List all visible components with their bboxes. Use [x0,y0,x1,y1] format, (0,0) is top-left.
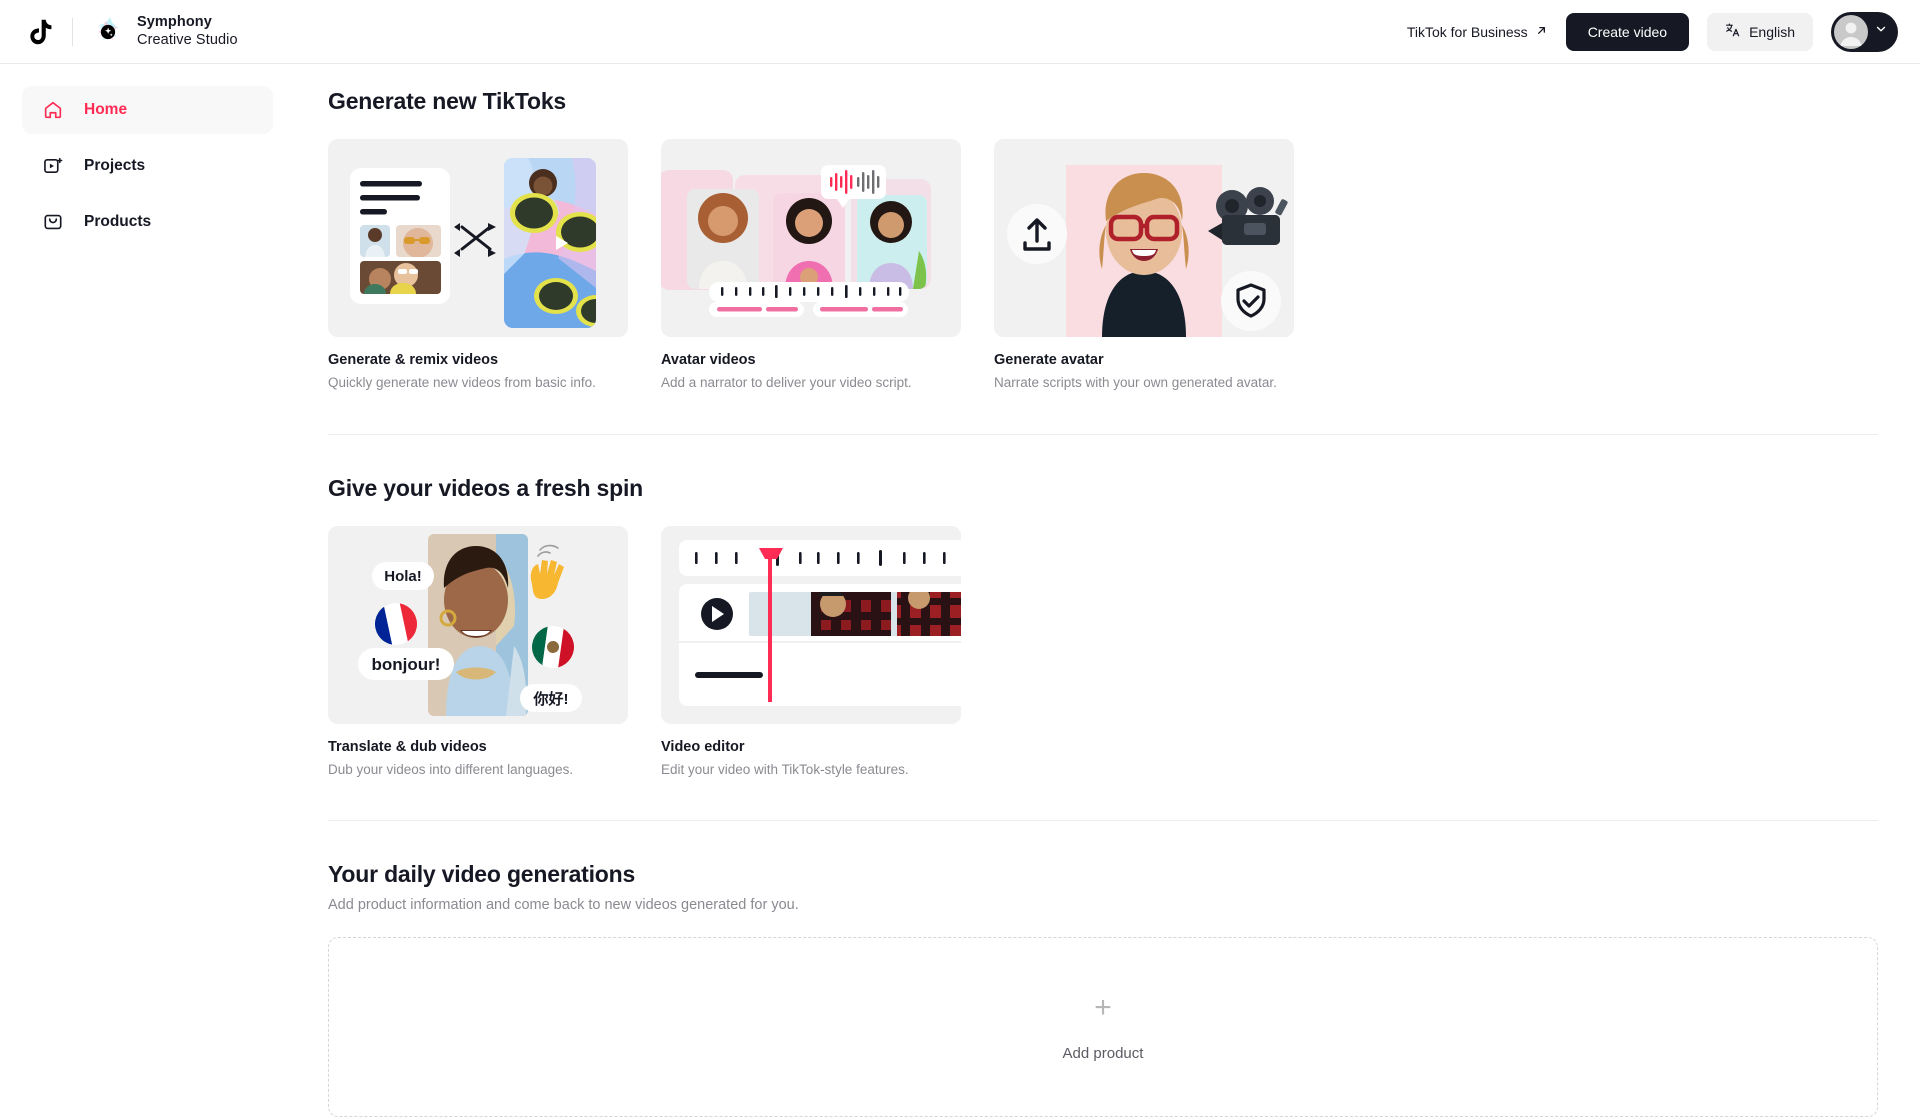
user-avatar-icon [1834,14,1868,49]
section-divider-2 [328,820,1878,822]
card-title-generate-avatar: Generate avatar [994,352,1104,368]
svg-text:你好!: 你好! [533,690,569,708]
card-desc-video-editor: Edit your video with TikTok-style featur… [661,761,909,777]
home-icon [42,99,64,121]
add-product-label: Add product [1062,1044,1144,1062]
symphony-star-icon [91,15,125,49]
language-selector-button[interactable]: English [1707,12,1813,51]
tiktok-note-icon[interactable] [22,15,56,49]
section-title-fresh-spin: Give your videos a fresh spin [328,474,644,501]
thumbnail-translate-dub: Hola! bonjour! 你好! [328,525,628,724]
sidebar-item-products[interactable]: Products [22,198,273,246]
thumbnail-generate-remix [328,139,628,337]
thumbnail-generate-avatar [994,139,1294,337]
brand-line-symphony: Symphony [137,13,212,30]
header-brand-group: Symphony Creative Studio [0,14,238,49]
card-desc-generate-remix: Quickly generate new videos from basic i… [328,375,596,390]
video-plus-icon [42,155,64,177]
bag-icon [42,211,64,233]
section-title-generate: Generate new TikToks [328,88,567,114]
svg-text:bonjour!: bonjour! [372,655,441,674]
main-content: Generate new TikToks Generate & remix vi… [295,64,1920,1117]
language-label: English [1749,23,1795,40]
header-actions: TikTok for Business Create video English [1407,11,1920,52]
tiktok-for-business-label: TikTok for Business [1406,23,1528,40]
section-fresh-spin: Give your videos a fresh spin Hola! bonj… [328,475,1878,780]
card-title-translate-dub: Translate & dub videos [328,738,487,755]
card-translate-dub-videos[interactable]: Hola! bonjour! 你好! Translate & dub video… [328,525,628,780]
header-divider [72,17,73,46]
section-divider-1 [328,433,1878,435]
chevron-down-icon [1874,22,1888,41]
brand-title: Symphony Creative Studio [137,14,238,49]
card-desc-avatar-videos: Add a narrator to deliver your video scr… [661,375,912,390]
card-title-avatar-videos: Avatar videos [661,352,756,368]
add-product-dropzone[interactable]: + Add product [328,937,1878,1117]
section-daily-generations: Your daily video generations Add product… [328,861,1878,1117]
thumbnail-video-editor [661,525,961,724]
external-link-arrow-icon [1535,24,1548,40]
sidebar-item-home[interactable]: Home [22,86,273,134]
brand-line-creative-studio: Creative Studio [137,31,238,48]
sidebar-item-projects[interactable]: Projects [22,142,273,190]
svg-text:Hola!: Hola! [384,568,422,585]
section-title-daily: Your daily video generations [328,861,636,888]
card-avatar-videos[interactable]: Avatar videos Add a narrator to deliver … [661,139,961,393]
card-desc-generate-avatar: Narrate scripts with your own generated … [994,375,1277,390]
card-title-generate-remix: Generate & remix videos [328,352,499,368]
translate-icon [1725,22,1741,41]
sidebar-item-home-label: Home [84,101,128,118]
plus-icon: + [1094,990,1112,1024]
card-generate-remix-videos[interactable]: Generate & remix videos Quickly generate… [328,139,628,393]
card-row-generate: Generate & remix videos Quickly generate… [328,139,1878,393]
app-header: Symphony Creative Studio TikTok for Busi… [0,0,1920,64]
create-video-button[interactable]: Create video [1565,12,1690,51]
card-row-fresh-spin: Hola! bonjour! 你好! Translate & dub video… [328,525,1878,780]
tiktok-for-business-link[interactable]: TikTok for Business [1407,24,1548,40]
account-menu-button[interactable] [1831,11,1898,52]
card-desc-translate-dub: Dub your videos into different languages… [328,761,574,777]
thumbnail-avatar-videos [661,139,961,337]
card-video-editor[interactable]: Video editor Edit your video with TikTok… [661,525,961,780]
card-title-video-editor: Video editor [661,738,745,755]
sidebar-item-products-label: Products [84,213,152,230]
section-subtitle-daily: Add product information and come back to… [328,897,799,914]
card-generate-avatar[interactable]: Generate avatar Narrate scripts with you… [994,139,1294,393]
sidebar-nav: Home Projects Products [0,64,295,1080]
sidebar-item-projects-label: Projects [84,157,146,174]
